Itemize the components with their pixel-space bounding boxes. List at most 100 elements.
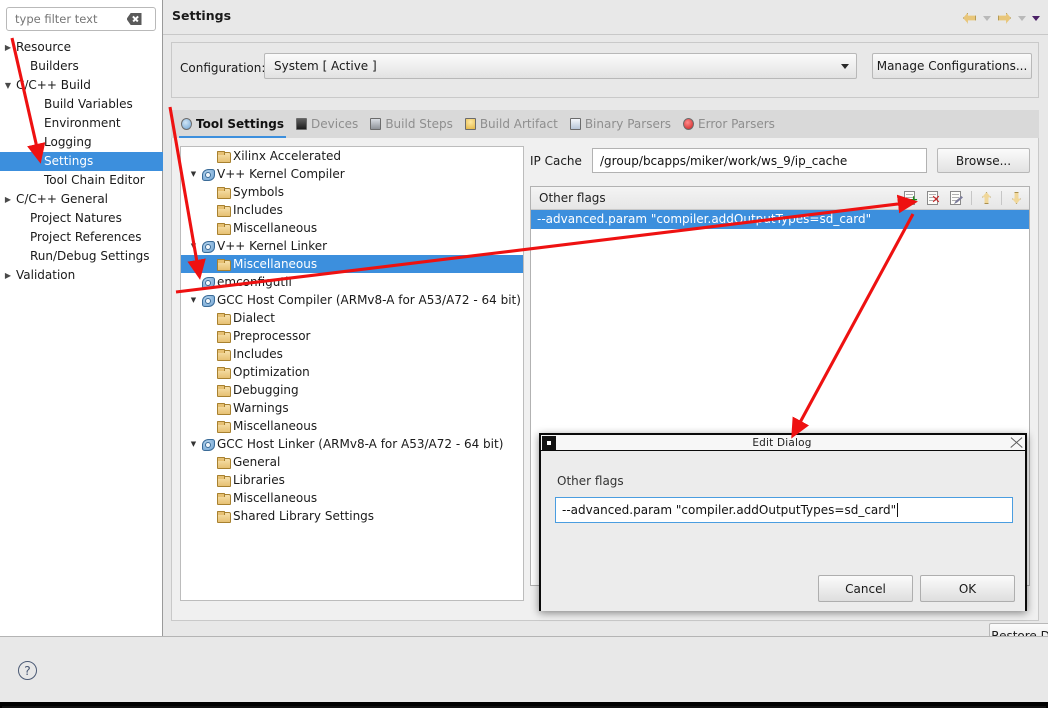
chevron-down-icon[interactable]: ▼ <box>187 165 200 183</box>
tool-tree-item[interactable]: ▼ GCC Host Compiler (ARMv8-A for A53/A72 … <box>181 291 523 309</box>
sidebar-item-build-variables[interactable]: Build Variables <box>0 95 163 114</box>
tool-tree-item[interactable]: Symbols <box>181 183 523 201</box>
sidebar-item-tool-chain-editor[interactable]: Tool Chain Editor <box>0 171 163 190</box>
arrow-up-icon[interactable] <box>978 189 995 207</box>
sidebar-item-label: Resource <box>16 40 72 54</box>
tool-tree-item[interactable]: Miscellaneous <box>181 417 523 435</box>
tab-devices[interactable]: Devices <box>292 110 366 138</box>
header-divider <box>163 34 1048 35</box>
view-menu-chevron-down-icon[interactable] <box>1031 10 1042 26</box>
tab-binary-parsers[interactable]: Binary Parsers <box>566 110 679 138</box>
back-history-chevron-down-icon[interactable] <box>982 10 993 26</box>
tool-tree-item[interactable]: Shared Library Settings <box>181 507 523 525</box>
sidebar-item-run-debug-settings[interactable]: Run/Debug Settings <box>0 247 163 266</box>
tool-tree-item[interactable]: Debugging <box>181 381 523 399</box>
help-icon[interactable]: ? <box>18 661 37 680</box>
other-flags-header: Other flags + ✕ <box>531 187 1029 210</box>
close-icon[interactable] <box>1008 436 1024 450</box>
ip-cache-label: IP Cache <box>530 154 582 168</box>
tab-build-steps[interactable]: Build Steps <box>366 110 461 138</box>
tool-tree-item[interactable]: Optimization <box>181 363 523 381</box>
sidebar-tree: ▶ Resource Builders ▼ C/C++ Build Build Var… <box>0 38 163 285</box>
sidebar-item-project-references[interactable]: Project References <box>0 228 163 247</box>
build-artifact-icon <box>463 117 477 131</box>
sidebar-item-label: Run/Debug Settings <box>30 249 150 263</box>
clear-icon[interactable] <box>126 13 142 26</box>
tab-tool-settings[interactable]: Tool Settings <box>177 110 292 138</box>
edit-dialog-ok-button[interactable]: OK <box>920 575 1015 602</box>
settings-window: ▶Resource Builders▼C/C++ Build Build Var… <box>0 0 1048 708</box>
filter-input[interactable] <box>7 9 125 29</box>
sidebar-item-project-natures[interactable]: Project Natures <box>0 209 163 228</box>
manage-configurations-button[interactable]: Manage Configurations... <box>872 53 1032 79</box>
folder-icon <box>216 347 231 361</box>
chevron-down-icon[interactable]: ▼ <box>0 76 16 95</box>
sidebar-item-c-c-general[interactable]: ▶ C/C++ General <box>0 190 163 209</box>
add-icon[interactable]: + <box>902 189 919 207</box>
tool-tree-item[interactable]: Libraries <box>181 471 523 489</box>
chevron-right-icon[interactable]: ▶ <box>0 266 16 285</box>
tab-error-parsers[interactable]: Error Parsers <box>679 110 783 138</box>
edit-dialog-text-value: --advanced.param "compiler.addOutputType… <box>562 503 897 517</box>
configuration-select[interactable]: System [ Active ] <box>264 53 857 79</box>
tool-tree-item[interactable]: Miscellaneous <box>181 255 523 273</box>
tool-tree-item-label: Includes <box>233 203 283 217</box>
sidebar-item-label: Validation <box>16 268 76 282</box>
browse-button[interactable]: Browse... <box>937 148 1030 173</box>
edit-icon[interactable] <box>948 189 965 207</box>
configuration-label: Configuration: <box>180 61 266 75</box>
arrow-back-icon[interactable] <box>961 10 979 26</box>
tool-tree-item[interactable]: ▼ V++ Kernel Linker <box>181 237 523 255</box>
filter-field-wrapper[interactable] <box>6 7 156 31</box>
tool-tree-item[interactable]: ▼ V++ Kernel Compiler <box>181 165 523 183</box>
tool-tree-item[interactable]: Preprocessor <box>181 327 523 345</box>
sidebar-item-c-c-build[interactable]: ▼ C/C++ Build <box>0 76 163 95</box>
ip-cache-input[interactable]: /group/bcapps/miker/work/ws_9/ip_cache <box>592 148 927 173</box>
chevron-down-icon[interactable]: ▼ <box>187 435 200 453</box>
sidebar-item-environment[interactable]: Environment <box>0 114 163 133</box>
arrow-down-icon[interactable] <box>1008 189 1025 207</box>
delete-icon[interactable]: ✕ <box>925 189 942 207</box>
chevron-down-icon[interactable]: ▼ <box>187 237 200 255</box>
tool-tree-item[interactable]: Xilinx Accelerated <box>181 147 523 165</box>
tool-tree-item[interactable]: Miscellaneous <box>181 219 523 237</box>
sidebar-item-validation[interactable]: ▶ Validation <box>0 266 163 285</box>
tool-tree-item[interactable]: Dialect <box>181 309 523 327</box>
tool-tree-item[interactable]: Warnings <box>181 399 523 417</box>
tool-tree-item[interactable]: Includes <box>181 201 523 219</box>
tool-tree-item-label: Includes <box>233 347 283 361</box>
sidebar-item-settings[interactable]: Settings <box>0 152 163 171</box>
tool-tree-item[interactable]: Miscellaneous <box>181 489 523 507</box>
tab-bar: Tool Settings Devices Build Steps Build Art… <box>171 110 1039 138</box>
table-row[interactable]: --advanced.param "compiler.addOutputType… <box>531 210 1029 229</box>
tool-settings-icon <box>179 117 193 131</box>
folder-icon <box>216 455 231 469</box>
configuration-group: Configuration: System [ Active ] Manage … <box>171 42 1039 98</box>
sidebar-item-resource[interactable]: ▶ Resource <box>0 38 163 57</box>
edit-dialog-cancel-button[interactable]: Cancel <box>818 575 913 602</box>
chevron-down-icon[interactable]: ▼ <box>187 291 200 309</box>
sidebar-item-label: Tool Chain Editor <box>44 173 145 187</box>
tool-tree-item[interactable]: emconfigutil <box>181 273 523 291</box>
devices-icon <box>294 117 308 131</box>
tool-tree-item[interactable]: General <box>181 453 523 471</box>
tab-build-artifact[interactable]: Build Artifact <box>461 110 566 138</box>
tool-icon <box>200 437 215 451</box>
tool-tree-item-label: Warnings <box>233 401 289 415</box>
tool-settings-tree[interactable]: Xilinx Accelerated ▼ V++ Kernel Compiler S… <box>180 146 524 601</box>
chevron-right-icon[interactable]: ▶ <box>0 190 16 209</box>
sidebar-item-builders[interactable]: Builders <box>0 57 163 76</box>
chevron-right-icon[interactable]: ▶ <box>0 38 16 57</box>
tool-tree-item[interactable]: ▼ GCC Host Linker (ARMv8-A for A53/A72 - … <box>181 435 523 453</box>
forward-history-chevron-down-icon[interactable] <box>1017 10 1028 26</box>
tool-tree-item[interactable]: Includes <box>181 345 523 363</box>
arrow-forward-icon[interactable] <box>996 10 1014 26</box>
edit-dialog-title: Edit Dialog <box>752 436 812 449</box>
tool-icon <box>200 275 215 289</box>
sidebar-item-logging[interactable]: Logging <box>0 133 163 152</box>
edit-dialog-text-input[interactable]: --advanced.param "compiler.addOutputType… <box>555 497 1013 523</box>
